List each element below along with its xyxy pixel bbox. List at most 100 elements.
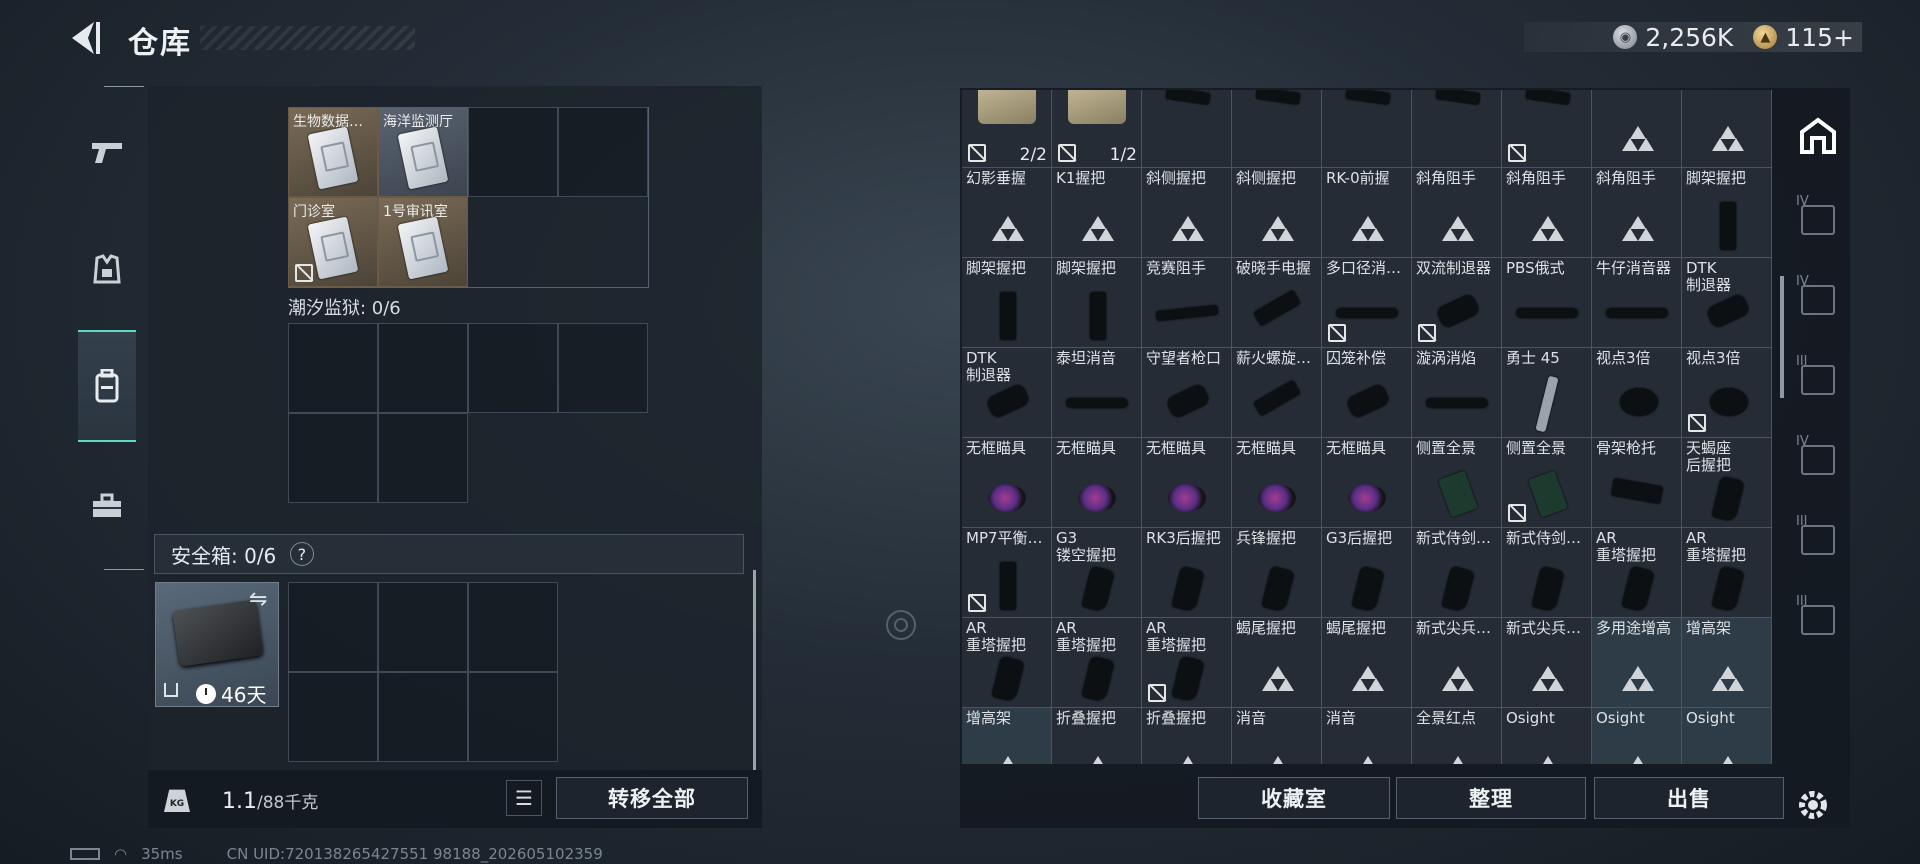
item-slot[interactable]: AR 重塔握把	[1682, 528, 1772, 618]
item-slot[interactable]: 无框瞄具	[1232, 438, 1322, 528]
item-slot[interactable]: 增高架	[962, 708, 1052, 764]
item-slot[interactable]: 骨架枪托	[1592, 438, 1682, 528]
item-slot[interactable]: 无框瞄具	[962, 438, 1052, 528]
item-slot[interactable]	[1502, 90, 1592, 168]
item-slot[interactable]: 天蝎座 后握把	[1682, 438, 1772, 528]
empty-slot[interactable]	[468, 107, 558, 197]
tab-toolbox[interactable]	[70, 468, 144, 544]
sort-button[interactable]: 整理	[1396, 777, 1586, 819]
empty-slot[interactable]	[558, 323, 648, 413]
item-slot[interactable]: 蝎尾握把	[1232, 618, 1322, 708]
item-slot[interactable]: 牛仔消音器	[1592, 258, 1682, 348]
item-slot[interactable]: 漩涡消焰	[1412, 348, 1502, 438]
item-slot[interactable]: Osight	[1502, 708, 1592, 764]
safe-case[interactable]: ⇋ 46天	[155, 582, 279, 707]
item-slot[interactable]: 竞赛阻手	[1142, 258, 1232, 348]
item-slot[interactable]: DTK 制退器	[1682, 258, 1772, 348]
item-slot[interactable]: 多口径消…	[1322, 258, 1412, 348]
tab-storage-category[interactable]: III	[1790, 510, 1846, 570]
item-slot[interactable]: 全景红点	[1412, 708, 1502, 764]
item-slot[interactable]: 视点3倍	[1592, 348, 1682, 438]
item-slot[interactable]: 多用途增高	[1592, 618, 1682, 708]
item-slot[interactable]: 侧置全景	[1412, 438, 1502, 528]
tab-weapons[interactable]	[70, 114, 144, 190]
item-slot[interactable]: G3后握把	[1322, 528, 1412, 618]
sell-button[interactable]: 出售	[1594, 777, 1784, 819]
list-view-button[interactable]: ☰	[506, 780, 542, 816]
item-slot[interactable]: MP7平衡…	[962, 528, 1052, 618]
tab-equipment[interactable]	[70, 232, 144, 308]
item-slot[interactable]	[1682, 90, 1772, 168]
item-slot[interactable]: 侧置全景	[1502, 438, 1592, 528]
swap-icon[interactable]: ⇋	[249, 587, 267, 612]
tab-storage-category[interactable]: IV	[1790, 190, 1846, 250]
safe-slot[interactable]	[468, 672, 558, 762]
item-slot[interactable]: AR 重塔握把	[1052, 618, 1142, 708]
item-slot[interactable]: 增高架	[1682, 618, 1772, 708]
tab-storage-category[interactable]: IV	[1790, 430, 1846, 490]
item-slot[interactable]: AR 重塔握把	[1592, 528, 1682, 618]
gear-icon[interactable]	[1796, 788, 1830, 822]
item-slot[interactable]: Osight	[1592, 708, 1682, 764]
item-slot[interactable]: 斜侧握把	[1142, 168, 1232, 258]
empty-slot[interactable]	[558, 107, 648, 197]
item-slot[interactable]: K1握把	[1052, 168, 1142, 258]
item-slot[interactable]: 折叠握把	[1142, 708, 1232, 764]
tab-storage-category[interactable]: III	[1790, 350, 1846, 410]
item-slot[interactable]: 蝎尾握把	[1322, 618, 1412, 708]
item-slot[interactable]: 无框瞄具	[1052, 438, 1142, 528]
item-slot[interactable]: 无框瞄具	[1142, 438, 1232, 528]
item-slot[interactable]	[1592, 90, 1682, 168]
empty-slot[interactable]	[288, 323, 378, 413]
empty-slot[interactable]	[378, 413, 468, 503]
item-slot[interactable]: 消音	[1232, 708, 1322, 764]
item-slot[interactable]: 守望者枪口	[1142, 348, 1232, 438]
item-slot[interactable]	[1142, 90, 1232, 168]
safe-slot[interactable]	[288, 582, 378, 672]
empty-slot[interactable]	[468, 323, 558, 413]
item-slot[interactable]: AR 重塔握把	[962, 618, 1052, 708]
safe-slot[interactable]	[468, 582, 558, 672]
document-card[interactable]: 生物数据…	[288, 107, 378, 197]
item-slot[interactable]: 斜角阻手	[1412, 168, 1502, 258]
item-slot[interactable]: DTK 制退器	[962, 348, 1052, 438]
item-slot[interactable]: 2/2	[962, 90, 1052, 168]
safe-slot[interactable]	[288, 672, 378, 762]
item-slot[interactable]: 无框瞄具	[1322, 438, 1412, 528]
item-slot[interactable]: 1/2	[1052, 90, 1142, 168]
item-slot[interactable]: 折叠握把	[1052, 708, 1142, 764]
tab-storage-home[interactable]	[1790, 106, 1846, 166]
item-slot[interactable]: 兵锋握把	[1232, 528, 1322, 618]
item-slot[interactable]: 新式侍剑…	[1412, 528, 1502, 618]
item-slot[interactable]: 脚架握把	[1682, 168, 1772, 258]
empty-slot[interactable]	[378, 323, 468, 413]
item-slot[interactable]: 新式尖兵…	[1502, 618, 1592, 708]
item-slot[interactable]: 薪火螺旋…	[1232, 348, 1322, 438]
tab-storage-category[interactable]: IV	[1790, 270, 1846, 330]
empty-slot[interactable]	[288, 413, 378, 503]
collection-button[interactable]: 收藏室	[1198, 777, 1390, 819]
item-slot[interactable]: 新式侍剑…	[1502, 528, 1592, 618]
document-card[interactable]: 门诊室	[288, 197, 378, 287]
tab-storage-category[interactable]: III	[1790, 590, 1846, 650]
item-slot[interactable]: 斜侧握把	[1232, 168, 1322, 258]
item-slot[interactable]: PBS俄式	[1502, 258, 1592, 348]
item-slot[interactable]: 脚架握把	[1052, 258, 1142, 348]
item-slot[interactable]: 脚架握把	[962, 258, 1052, 348]
safe-slot[interactable]	[378, 582, 468, 672]
tab-storage[interactable]	[78, 330, 136, 442]
safe-slot[interactable]	[378, 672, 468, 762]
transfer-all-button[interactable]: 转移全部	[556, 777, 748, 819]
item-slot[interactable]: 勇士 45	[1502, 348, 1592, 438]
item-slot[interactable]: 破晓手电握	[1232, 258, 1322, 348]
item-slot[interactable]: 斜角阻手	[1502, 168, 1592, 258]
document-card[interactable]: 1号审讯室	[378, 197, 468, 287]
item-slot[interactable]: 斜角阻手	[1592, 168, 1682, 258]
item-slot[interactable]: G3 镂空握把	[1052, 528, 1142, 618]
item-slot[interactable]: 消音	[1322, 708, 1412, 764]
item-slot[interactable]: 囚笼补偿	[1322, 348, 1412, 438]
item-slot[interactable]	[1412, 90, 1502, 168]
help-icon[interactable]: ?	[285, 537, 320, 571]
item-slot[interactable]: 泰坦消音	[1052, 348, 1142, 438]
item-slot[interactable]: AR 重塔握把	[1142, 618, 1232, 708]
